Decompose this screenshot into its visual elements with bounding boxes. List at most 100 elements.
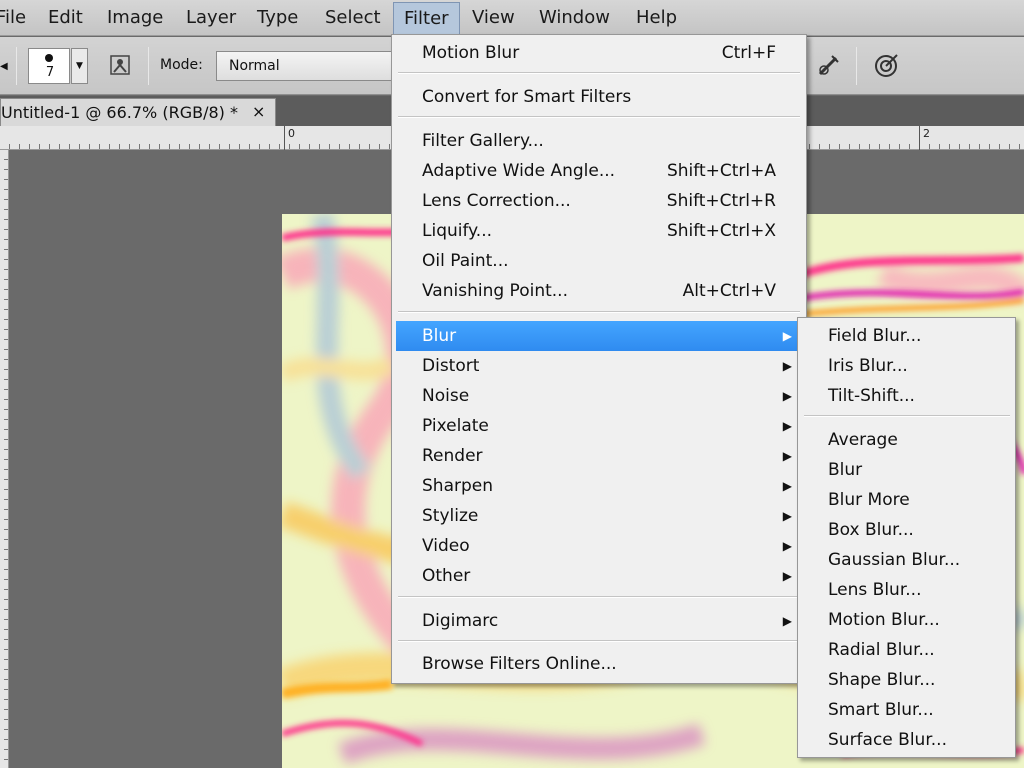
menu-item-label: Liquify...	[422, 221, 493, 241]
mode-select[interactable]: Normal	[216, 51, 394, 81]
menu-item-label: Noise	[422, 386, 470, 406]
menu-item-browse-filters-online[interactable]: Browse Filters Online...	[396, 649, 802, 679]
submenu-item-gaussian-blur[interactable]: Gaussian Blur...	[802, 545, 1011, 575]
submenu-item-blur-more[interactable]: Blur More	[802, 485, 1011, 515]
menu-item-other[interactable]: Other ▶	[396, 561, 802, 591]
menu-item-label: Sharpen	[422, 476, 493, 496]
menu-edit[interactable]: Edit	[48, 0, 83, 36]
menu-item-noise[interactable]: Noise ▶	[396, 381, 802, 411]
shortcut-label: Shift+Ctrl+A	[666, 161, 776, 181]
ruler-label: 2	[923, 127, 930, 140]
pressure-opacity-icon[interactable]	[813, 50, 845, 82]
menu-item-filter-gallery[interactable]: Filter Gallery...	[396, 126, 802, 156]
menu-item-label: Surface Blur...	[828, 730, 947, 750]
submenu-item-iris-blur[interactable]: Iris Blur...	[802, 351, 1011, 381]
submenu-item-average[interactable]: Average	[802, 425, 1011, 455]
options-divider	[856, 47, 857, 85]
shortcut-label: Shift+Ctrl+R	[666, 191, 776, 211]
tool-preset-arrow-icon[interactable]: ◀	[0, 61, 8, 72]
menu-item-label: Pixelate	[422, 416, 489, 436]
menu-item-digimarc[interactable]: Digimarc ▶	[396, 606, 802, 636]
brush-preset-picker[interactable]: 7	[28, 48, 70, 84]
submenu-item-lens-blur[interactable]: Lens Blur...	[802, 575, 1011, 605]
menu-filter[interactable]: Filter	[393, 2, 460, 36]
submenu-item-tilt-shift[interactable]: Tilt-Shift...	[802, 381, 1011, 411]
submenu-arrow-icon: ▶	[782, 479, 792, 493]
submenu-item-motion-blur[interactable]: Motion Blur...	[802, 605, 1011, 635]
clone-source-icon[interactable]	[104, 50, 136, 82]
menu-bar: File Edit Image Layer Type Select Filter…	[0, 0, 1024, 36]
blur-submenu: Field Blur... Iris Blur... Tilt-Shift...…	[797, 317, 1016, 758]
menu-select[interactable]: Select	[325, 0, 381, 36]
menu-item-label: Tilt-Shift...	[828, 386, 915, 406]
menu-image[interactable]: Image	[107, 0, 163, 36]
submenu-arrow-icon: ▶	[782, 359, 792, 373]
menu-type[interactable]: Type	[257, 0, 298, 36]
menu-item-pixelate[interactable]: Pixelate ▶	[396, 411, 802, 441]
menu-item-render[interactable]: Render ▶	[396, 441, 802, 471]
menu-item-label: Lens Blur...	[828, 580, 922, 600]
menu-item-stylize[interactable]: Stylize ▶	[396, 501, 802, 531]
menu-item-blur[interactable]: Blur ▶	[396, 321, 802, 351]
menu-item-convert-smart-filters[interactable]: Convert for Smart Filters	[396, 82, 802, 112]
menu-item-label: Vanishing Point...	[422, 281, 568, 301]
menu-separator	[398, 311, 800, 313]
menu-item-label: Other	[422, 566, 471, 586]
submenu-arrow-icon: ▶	[782, 449, 792, 463]
menu-file[interactable]: File	[0, 0, 26, 36]
menu-item-last-filter[interactable]: Motion Blur Ctrl+F	[396, 38, 802, 68]
menu-item-label: Shape Blur...	[828, 670, 936, 690]
menu-item-liquify[interactable]: Liquify... Shift+Ctrl+X	[396, 216, 802, 246]
menu-item-label: Convert for Smart Filters	[422, 87, 632, 107]
options-divider	[148, 47, 149, 85]
submenu-arrow-icon: ▶	[782, 509, 792, 523]
menu-item-label: Motion Blur...	[828, 610, 940, 630]
close-icon[interactable]: ×	[252, 102, 265, 121]
submenu-item-smart-blur[interactable]: Smart Blur...	[802, 695, 1011, 725]
menu-item-label: Blur	[828, 460, 863, 480]
submenu-item-blur[interactable]: Blur	[802, 455, 1011, 485]
menu-item-label: Smart Blur...	[828, 700, 934, 720]
menu-item-label: Render	[422, 446, 483, 466]
menu-item-adaptive-wide-angle[interactable]: Adaptive Wide Angle... Shift+Ctrl+A	[396, 156, 802, 186]
submenu-arrow-icon: ▶	[782, 389, 792, 403]
menu-layer[interactable]: Layer	[186, 0, 236, 36]
menu-window[interactable]: Window	[539, 0, 610, 36]
menu-separator	[398, 72, 800, 74]
menu-item-distort[interactable]: Distort ▶	[396, 351, 802, 381]
menu-item-oil-paint[interactable]: Oil Paint...	[396, 246, 802, 276]
menu-item-vanishing-point[interactable]: Vanishing Point... Alt+Ctrl+V	[396, 276, 802, 306]
pressure-size-icon[interactable]	[870, 50, 902, 82]
brush-dropdown-button[interactable]: ▼	[71, 48, 88, 84]
submenu-arrow-icon: ▶	[782, 569, 792, 583]
submenu-item-surface-blur[interactable]: Surface Blur...	[802, 725, 1011, 755]
document-title: Untitled-1 @ 66.7% (RGB/8) *	[1, 103, 238, 122]
submenu-arrow-icon: ▶	[782, 419, 792, 433]
shortcut-label: Ctrl+F	[721, 43, 776, 63]
menu-separator	[398, 640, 800, 642]
menu-item-label: Digimarc	[422, 611, 499, 631]
submenu-arrow-icon: ▶	[782, 614, 792, 628]
menu-separator	[804, 415, 1010, 417]
menu-item-video[interactable]: Video ▶	[396, 531, 802, 561]
menu-help[interactable]: Help	[636, 0, 677, 36]
menu-item-sharpen[interactable]: Sharpen ▶	[396, 471, 802, 501]
menu-item-label: Blur More	[828, 490, 910, 510]
menu-view[interactable]: View	[472, 0, 515, 36]
menu-item-label: Stylize	[422, 506, 479, 526]
submenu-item-box-blur[interactable]: Box Blur...	[802, 515, 1011, 545]
mode-label: Mode:	[160, 57, 203, 73]
submenu-item-shape-blur[interactable]: Shape Blur...	[802, 665, 1011, 695]
ruler-label: 0	[288, 127, 295, 140]
submenu-arrow-icon: ▶	[782, 539, 792, 553]
submenu-item-radial-blur[interactable]: Radial Blur...	[802, 635, 1011, 665]
menu-item-label: Lens Correction...	[422, 191, 571, 211]
menu-item-lens-correction[interactable]: Lens Correction... Shift+Ctrl+R	[396, 186, 802, 216]
menu-item-label: Gaussian Blur...	[828, 550, 961, 570]
vertical-ruler[interactable]	[0, 150, 9, 768]
menu-item-label: Blur	[422, 326, 457, 346]
menu-separator	[398, 596, 800, 598]
ruler-major-tick	[284, 126, 285, 150]
submenu-item-field-blur[interactable]: Field Blur...	[802, 321, 1011, 351]
document-tab[interactable]: Untitled-1 @ 66.7% (RGB/8) * ×	[0, 98, 276, 126]
